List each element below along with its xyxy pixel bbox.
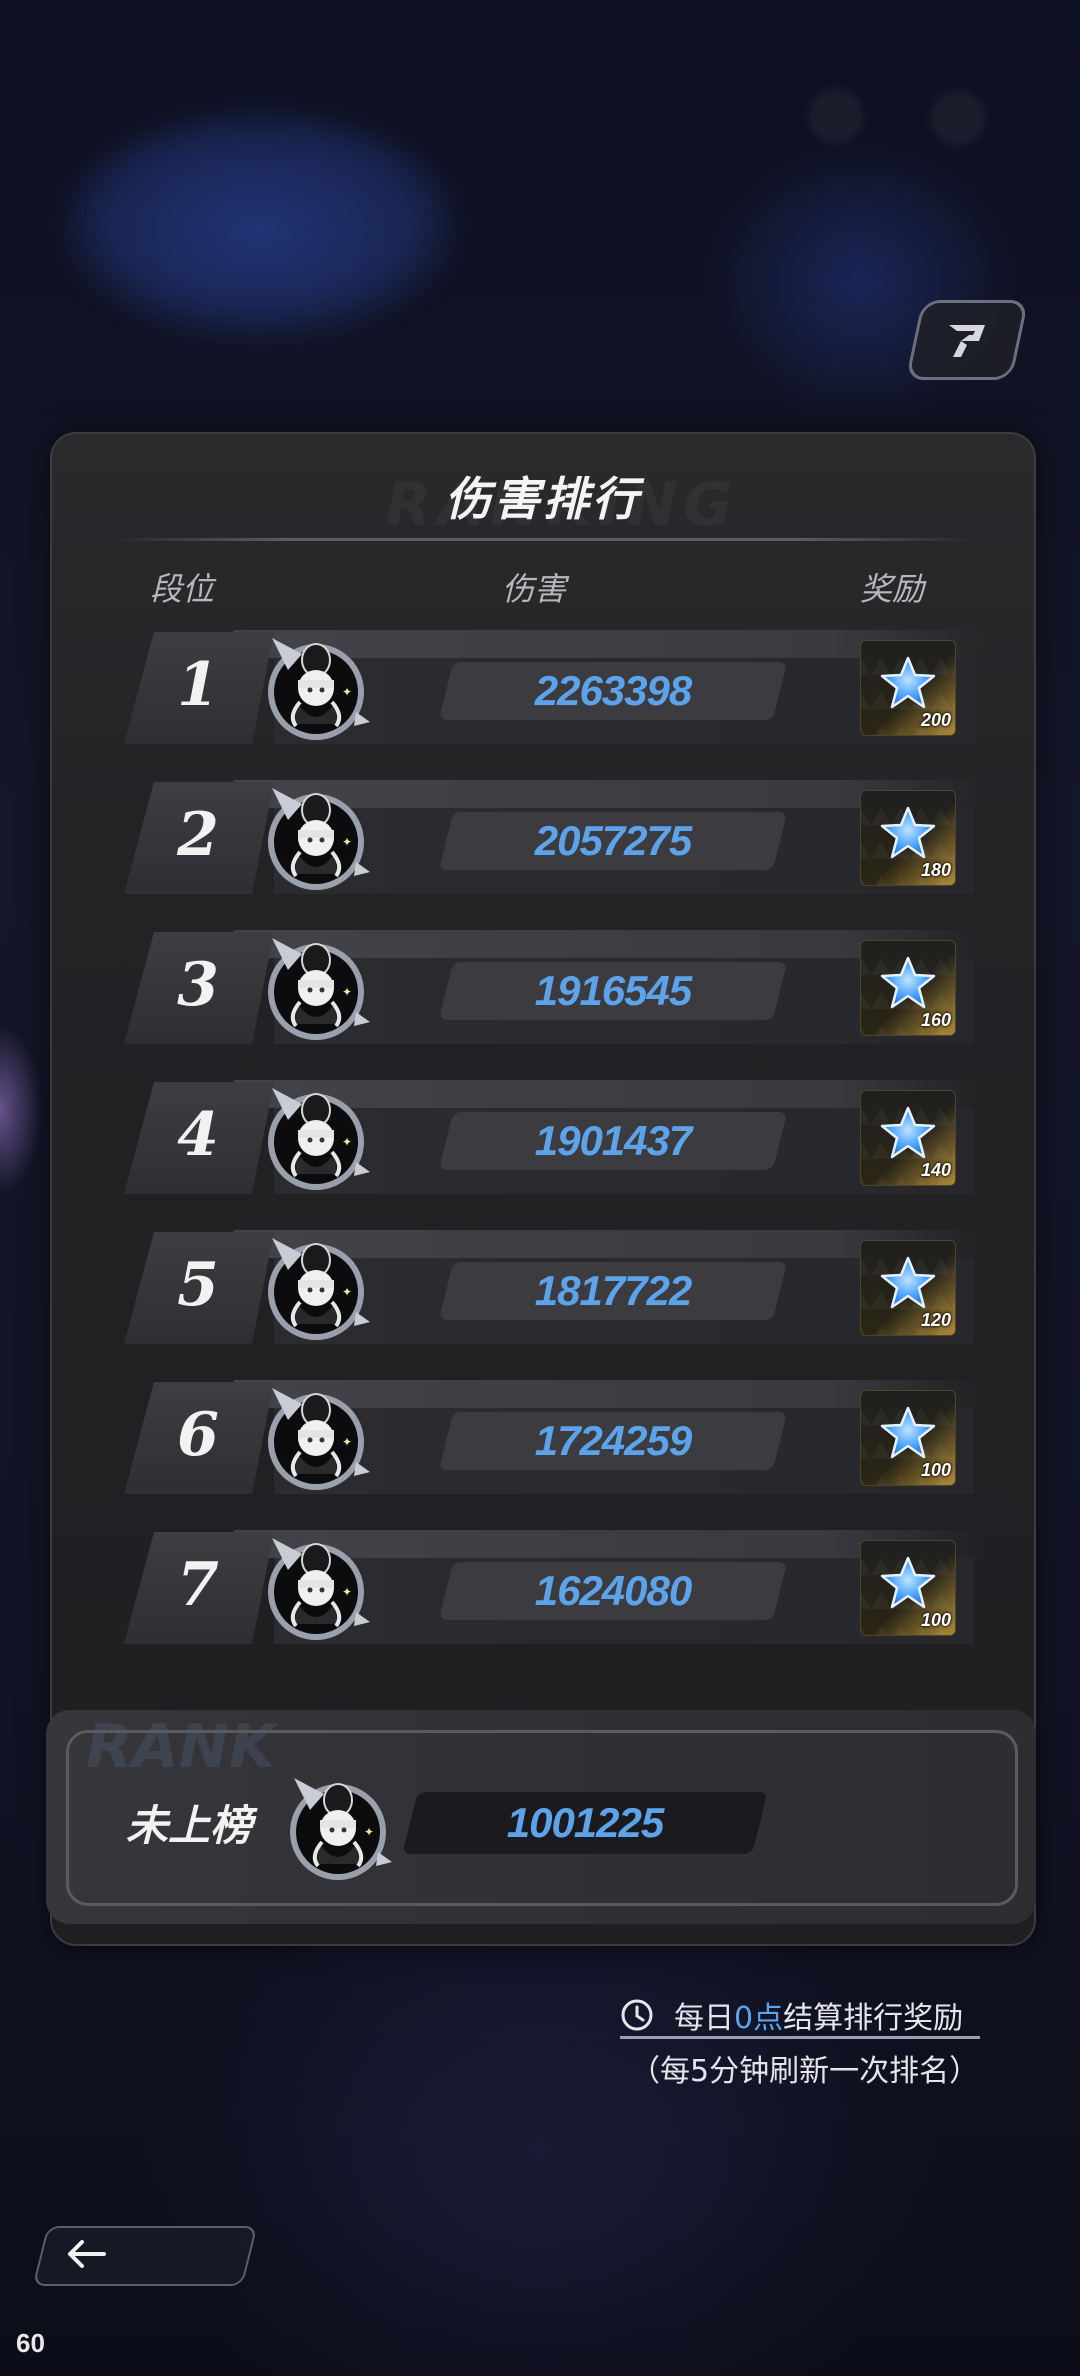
title-divider bbox=[112, 538, 974, 541]
svg-text:✦: ✦ bbox=[364, 1825, 374, 1839]
share-icon bbox=[949, 325, 985, 357]
rank-number: 4 bbox=[177, 1100, 219, 1170]
reward-star bbox=[879, 955, 937, 1015]
reward-item[interactable]: 180 bbox=[860, 790, 956, 886]
clock-icon bbox=[621, 1999, 653, 2031]
player-avatar[interactable]: ✦ bbox=[258, 1376, 370, 1496]
avatar-icon: ✦ bbox=[290, 1778, 392, 1880]
reward-count: 120 bbox=[920, 1310, 951, 1330]
rank-number: 5 bbox=[177, 1250, 219, 1320]
ranking-row: 6 ✦ 1724259 100 bbox=[124, 1380, 1004, 1496]
star-icon bbox=[880, 656, 936, 709]
reward-item[interactable]: 200 bbox=[860, 640, 956, 736]
reward-star bbox=[879, 1255, 937, 1315]
reward-item[interactable]: 100 bbox=[860, 1390, 956, 1486]
back-arrow-icon[interactable] bbox=[64, 2238, 108, 2270]
reward-star bbox=[879, 655, 937, 715]
player-avatar[interactable]: ✦ bbox=[258, 1526, 370, 1646]
ranking-row: 1 ✦ 2263398 200 bbox=[124, 630, 1004, 746]
player-avatar[interactable]: ✦ bbox=[258, 1226, 370, 1346]
ranking-row: 7 ✦ 1624080 100 bbox=[124, 1530, 1004, 1646]
self-rank-label: 未上榜 bbox=[126, 1801, 253, 1850]
damage-value: 1916545 bbox=[534, 967, 693, 1014]
background-icon bbox=[808, 88, 864, 144]
star-icon bbox=[880, 1106, 936, 1159]
rank-number: 1 bbox=[177, 650, 219, 720]
star-icon bbox=[880, 806, 936, 859]
panel-header: RANKING 伤害排行 bbox=[52, 464, 1034, 540]
background-icon bbox=[930, 90, 986, 146]
svg-text:✦: ✦ bbox=[342, 985, 352, 999]
svg-text:✦: ✦ bbox=[342, 1435, 352, 1449]
player-avatar[interactable]: ✦ bbox=[258, 1076, 370, 1196]
rank-number: 7 bbox=[177, 1550, 219, 1620]
reward-count: 140 bbox=[920, 1160, 951, 1180]
damage-value: 2263398 bbox=[534, 667, 693, 714]
rank-number: 2 bbox=[177, 800, 219, 870]
column-header-damage: 伤害 bbox=[502, 570, 567, 608]
reward-count: 180 bbox=[920, 860, 951, 880]
settlement-suffix: 结算排行奖励 bbox=[783, 2001, 964, 2036]
ranking-row: 4 ✦ 1901437 140 bbox=[124, 1080, 1004, 1196]
reward-item[interactable]: 140 bbox=[860, 1090, 956, 1186]
self-damage-value: 1001225 bbox=[506, 1799, 665, 1846]
refresh-note: （每5分钟刷新一次排名） bbox=[630, 2054, 980, 2089]
avatar-icon: ✦ bbox=[268, 1238, 370, 1340]
ranking-row: 5 ✦ 1817722 120 bbox=[124, 1230, 1004, 1346]
settlement-time: 0点 bbox=[734, 2001, 784, 2036]
share-button[interactable] bbox=[905, 300, 1029, 380]
fps-counter: 60 bbox=[16, 2328, 45, 2358]
avatar-icon: ✦ bbox=[268, 938, 370, 1040]
panel-title: 伤害排行 bbox=[445, 472, 641, 526]
svg-text:✦: ✦ bbox=[342, 685, 352, 699]
reward-count: 100 bbox=[920, 1460, 951, 1480]
avatar-icon: ✦ bbox=[268, 1088, 370, 1190]
reward-star bbox=[879, 805, 937, 865]
settlement-text: 每日0点结算排行奖励 bbox=[674, 1993, 963, 2037]
self-rank-card: RANK 未上榜 ✦ 1001225 bbox=[46, 1710, 1036, 1924]
player-avatar[interactable]: ✦ bbox=[258, 626, 370, 746]
reward-star bbox=[879, 1405, 937, 1465]
column-header-rank: 段位 bbox=[150, 570, 215, 608]
background-glow bbox=[80, 120, 440, 320]
svg-text:✦: ✦ bbox=[342, 1585, 352, 1599]
column-header-reward: 奖励 bbox=[860, 570, 925, 608]
damage-value: 1724259 bbox=[534, 1417, 693, 1464]
avatar-icon: ✦ bbox=[268, 1538, 370, 1640]
reward-item[interactable]: 100 bbox=[860, 1540, 956, 1636]
svg-text:✦: ✦ bbox=[342, 1135, 352, 1149]
ranking-row: 2 ✦ 2057275 180 bbox=[124, 780, 1004, 896]
ranking-row: 3 ✦ 1916545 160 bbox=[124, 930, 1004, 1046]
rank-number: 6 bbox=[177, 1400, 219, 1470]
self-avatar: ✦ bbox=[280, 1766, 392, 1886]
avatar-icon: ✦ bbox=[268, 638, 370, 740]
player-avatar[interactable]: ✦ bbox=[258, 776, 370, 896]
avatar-icon: ✦ bbox=[268, 1388, 370, 1490]
reward-item[interactable]: 120 bbox=[860, 1240, 956, 1336]
note-divider bbox=[620, 2036, 980, 2039]
reward-count: 200 bbox=[920, 710, 951, 730]
damage-value: 1817722 bbox=[534, 1267, 693, 1314]
star-icon bbox=[880, 1556, 936, 1609]
reward-count: 100 bbox=[920, 1610, 951, 1630]
damage-value: 1901437 bbox=[534, 1117, 693, 1164]
svg-text:✦: ✦ bbox=[342, 1285, 352, 1299]
settlement-prefix: 每日 bbox=[674, 2001, 734, 2036]
reward-star bbox=[879, 1105, 937, 1165]
star-icon bbox=[880, 1256, 936, 1309]
damage-value: 1624080 bbox=[534, 1567, 693, 1614]
player-avatar[interactable]: ✦ bbox=[258, 926, 370, 1046]
star-icon bbox=[880, 956, 936, 1009]
rank-number: 3 bbox=[177, 950, 219, 1020]
svg-text:✦: ✦ bbox=[342, 835, 352, 849]
star-icon bbox=[880, 1406, 936, 1459]
damage-value: 2057275 bbox=[534, 817, 693, 864]
settlement-note: 每日0点结算排行奖励 bbox=[620, 1990, 980, 2040]
reward-item[interactable]: 160 bbox=[860, 940, 956, 1036]
reward-star bbox=[879, 1555, 937, 1615]
avatar-icon: ✦ bbox=[268, 788, 370, 890]
reward-count: 160 bbox=[920, 1010, 951, 1030]
